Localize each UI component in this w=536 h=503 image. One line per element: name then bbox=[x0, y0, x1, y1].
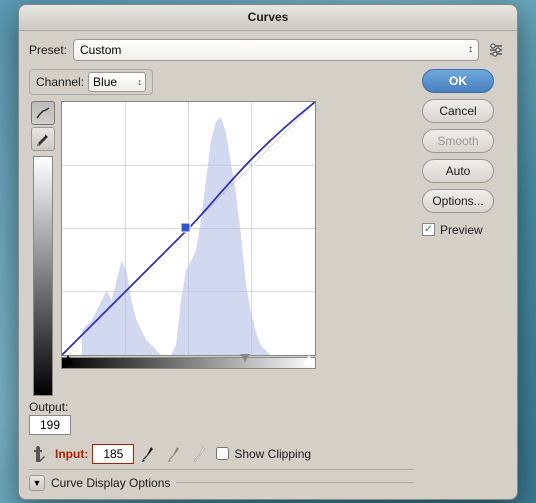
output-value-input[interactable]: 199 bbox=[29, 415, 71, 435]
curves-dialog: Curves Preset: Custom ↕ bbox=[18, 4, 518, 500]
auto-button[interactable]: Auto bbox=[422, 159, 494, 183]
curve-canvas[interactable] bbox=[61, 101, 316, 356]
bottom-toolbar: Input: 185 Show Clipping bbox=[29, 439, 414, 467]
input-label: Input: bbox=[55, 447, 88, 461]
options-button[interactable]: Options... bbox=[422, 189, 494, 213]
white-eyedropper-btn[interactable] bbox=[190, 443, 212, 465]
dialog-title: Curves bbox=[19, 5, 517, 31]
channel-select[interactable]: Blue RGB Red Green bbox=[88, 72, 146, 92]
preset-label: Preset: bbox=[29, 43, 67, 57]
ok-button[interactable]: OK bbox=[422, 69, 494, 93]
black-slider-thumb[interactable] bbox=[62, 355, 74, 365]
curve-tool-btn[interactable] bbox=[31, 101, 55, 125]
show-clipping-checkbox[interactable] bbox=[216, 447, 229, 460]
black-eyedropper-btn[interactable] bbox=[138, 443, 160, 465]
channel-label: Channel: bbox=[36, 75, 84, 89]
gray-eyedropper-btn[interactable] bbox=[164, 443, 186, 465]
channel-group: Channel: Blue RGB Red Green ↕ bbox=[29, 69, 153, 95]
smooth-button[interactable]: Smooth bbox=[422, 129, 494, 153]
curve-display-options-row: ▼ Curve Display Options bbox=[29, 469, 414, 491]
separator-line bbox=[176, 482, 414, 483]
right-panel: OK Cancel Smooth Auto Options... ✓ Previ… bbox=[422, 69, 507, 491]
curve-display-options-disclosure[interactable]: ▼ bbox=[29, 475, 45, 491]
preview-checkbox[interactable]: ✓ bbox=[422, 223, 435, 236]
input-indicator bbox=[240, 354, 250, 362]
pointer-tool-btn[interactable] bbox=[29, 443, 51, 465]
show-clipping-label: Show Clipping bbox=[234, 447, 311, 461]
input-slider[interactable] bbox=[61, 357, 316, 369]
pencil-tool-btn[interactable] bbox=[31, 127, 55, 151]
preset-select[interactable]: Custom bbox=[73, 39, 479, 61]
white-slider-thumb[interactable] bbox=[303, 355, 315, 365]
preview-row: ✓ Preview bbox=[422, 223, 507, 237]
main-area: Channel: Blue RGB Red Green ↕ bbox=[29, 69, 507, 491]
channel-row: Channel: Blue RGB Red Green ↕ bbox=[29, 69, 414, 95]
cancel-button[interactable]: Cancel bbox=[422, 99, 494, 123]
curve-options-icon[interactable] bbox=[485, 39, 507, 61]
output-label: Output: bbox=[29, 400, 68, 414]
curve-display-options-label: Curve Display Options bbox=[51, 476, 170, 490]
preview-label: Preview bbox=[440, 223, 483, 237]
preset-row: Preset: Custom ↕ bbox=[29, 39, 507, 61]
gradient-bar bbox=[33, 156, 53, 396]
show-clipping-row: Show Clipping bbox=[216, 447, 311, 461]
input-value-input[interactable]: 185 bbox=[92, 444, 134, 464]
